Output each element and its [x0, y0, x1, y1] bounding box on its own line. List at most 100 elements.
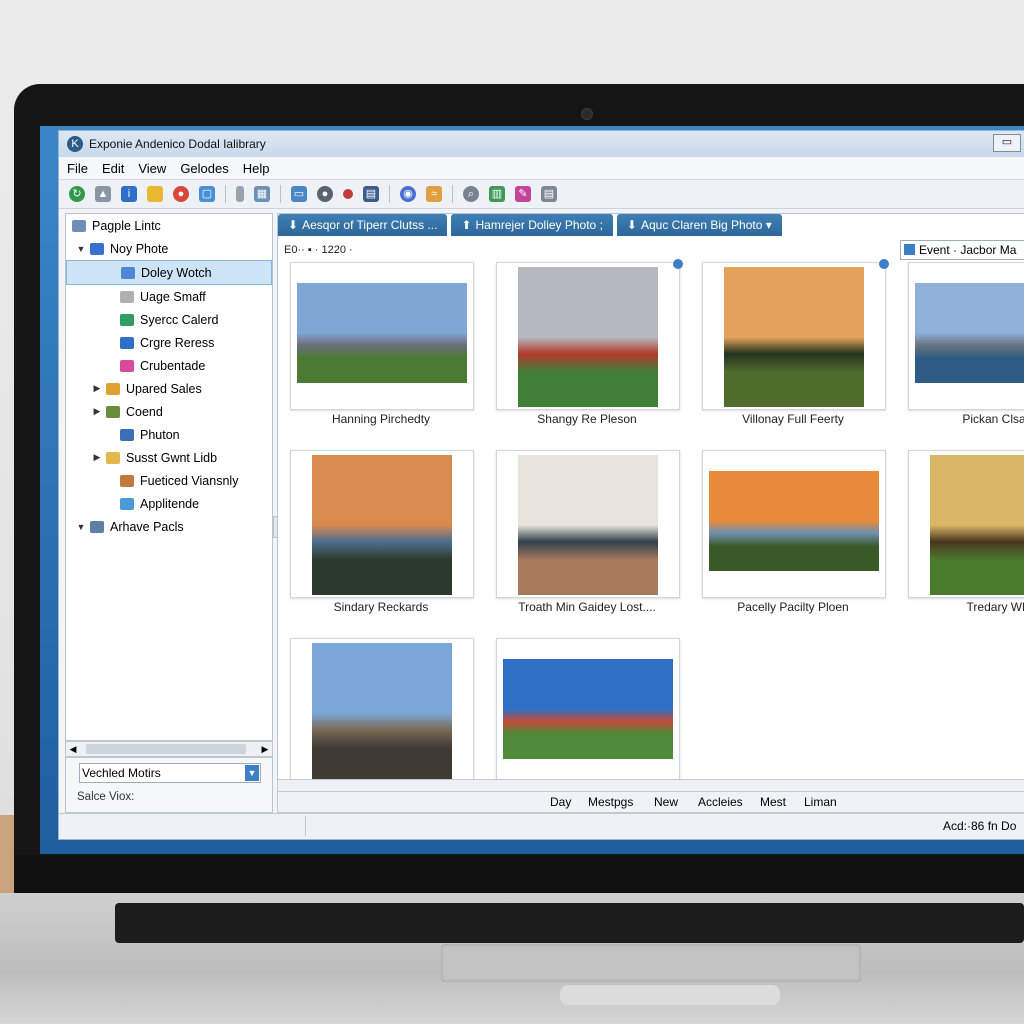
photo-image [518, 455, 658, 595]
monitor-icon[interactable]: ▢ [199, 186, 215, 202]
scroll-thumb[interactable] [86, 744, 246, 754]
photo-thumbnail[interactable] [290, 262, 474, 410]
tree-item-label: Upared Sales [126, 381, 202, 396]
photo-thumbnail[interactable] [290, 450, 474, 598]
tab-1[interactable]: ⬇ Aesqor of Tiperr Clutss ... [278, 214, 448, 236]
tree-item[interactable]: Crubentade [66, 354, 272, 377]
tree-item[interactable]: ▶ Upared Sales [66, 377, 272, 400]
filter-select[interactable]: Vechled Motirs ▼ [79, 763, 261, 783]
laptop-chin [14, 855, 1024, 895]
scroll-right-icon[interactable]: ▶ [258, 742, 272, 756]
disc-icon[interactable]: ● [317, 186, 333, 202]
folder-icon [106, 382, 120, 395]
folder-icon [90, 242, 104, 255]
menu-file[interactable]: File [67, 161, 88, 176]
tree-item[interactable]: ▶ Susst Gwnt Lidb [66, 446, 272, 469]
photo-image [915, 283, 1024, 383]
toolbar: ↻ ▲ i ● ▢ ▦ ▭ ● ▤ ◉ ≈ ⌕ ▥ ✎ ▤ [59, 180, 1024, 209]
menu-view[interactable]: View [138, 161, 166, 176]
tree-item[interactable]: ▼ Noy Phote [66, 237, 272, 260]
info-icon[interactable]: i [121, 186, 137, 202]
folder-icon[interactable] [147, 186, 163, 202]
event-icon [904, 244, 915, 255]
menu-gelodes[interactable]: Gelodes [180, 161, 228, 176]
expand-right-icon[interactable]: ▶ [92, 452, 102, 463]
photo-caption: Tredary Whi [966, 600, 1024, 614]
tree-item-label: Fueticed Viansnly [140, 473, 239, 488]
title-bar: K Exponie Andenico Dodal Ialibrary ▭ [59, 131, 1024, 157]
photo-thumbnail[interactable] [908, 262, 1024, 410]
photo-caption: Hanning Pirchedty [331, 412, 431, 426]
photo-caption: Troath Min Gaidey Lost.... [518, 600, 656, 614]
tab-icon: ⬇ [288, 218, 299, 232]
folder-icon [121, 266, 135, 279]
chevron-down-icon[interactable]: ▼ [245, 765, 259, 781]
tree-item-label: Syercc Calerd [140, 312, 219, 327]
tree-item-label: Crubentade [140, 358, 206, 373]
edit-icon[interactable]: ≈ [426, 186, 442, 202]
print-icon[interactable]: ▤ [541, 186, 557, 202]
scroll-left-icon[interactable]: ◀ [66, 742, 80, 756]
grid-icon[interactable]: ▦ [254, 186, 270, 202]
expand-down-icon[interactable]: ▼ [76, 244, 86, 254]
menu-help[interactable]: Help [243, 161, 270, 176]
tree-item[interactable]: Uage Smaff [66, 285, 272, 308]
photo-caption: Pickan Clsa d [962, 412, 1024, 426]
window-restore-button[interactable]: ▭ [993, 134, 1021, 152]
tree-root[interactable]: Pagple Lintc [66, 214, 272, 237]
calendar-icon[interactable]: ▤ [363, 186, 379, 202]
menu-bar: File Edit View Gelodes Help [59, 157, 1024, 180]
sync-badge-icon [673, 259, 683, 269]
search-icon[interactable]: ⌕ [463, 186, 479, 202]
toolbar-separator [225, 185, 226, 203]
tree-item[interactable]: Fueticed Viansnly [66, 469, 272, 492]
status-text: Acd:·86 fn Do [943, 819, 1017, 833]
tree-item[interactable]: ▼ Arhave Pacls [66, 515, 272, 538]
upload-icon[interactable]: ▲ [95, 186, 111, 202]
tree-item[interactable]: Applitende [66, 492, 272, 515]
globe-icon[interactable]: ◉ [400, 186, 416, 202]
photo-thumbnail[interactable] [702, 450, 886, 598]
event-filter-value: Event · Jacbor Ma [919, 243, 1017, 257]
tree-item[interactable]: Syercc Calerd [66, 308, 272, 331]
tab-3[interactable]: ⬇ Aquc Claren Big Photo ▾ [616, 214, 782, 236]
tree-item[interactable]: Phuton [66, 423, 272, 446]
menu-edit[interactable]: Edit [102, 161, 124, 176]
window-icon[interactable]: ▭ [291, 186, 307, 202]
event-filter-field[interactable]: Event · Jacbor Ma [900, 240, 1024, 260]
photo-thumbnail[interactable] [908, 450, 1024, 598]
app-window: K Exponie Andenico Dodal Ialibrary ▭ Fil… [58, 130, 1024, 840]
tree-item[interactable]: Doley Wotch [66, 260, 272, 285]
laptop-front-lip [560, 985, 780, 1005]
photo-thumbnail[interactable] [290, 638, 474, 782]
expand-down-icon[interactable]: ▼ [76, 522, 86, 532]
tab-2[interactable]: ⬆ Hamrejer Doliey Photo ; [451, 214, 613, 236]
toolbar-separator [452, 185, 453, 203]
photo-thumbnail[interactable] [496, 450, 680, 598]
expand-right-icon[interactable]: ▶ [92, 406, 102, 417]
refresh-icon[interactable]: ↻ [69, 186, 85, 202]
browser-icon[interactable]: ● [173, 186, 189, 202]
expand-right-icon[interactable]: ▶ [92, 383, 102, 394]
chart-icon[interactable]: ▥ [489, 186, 505, 202]
folder-icon [90, 520, 104, 533]
view-mestpgs[interactable]: Mestpgs [588, 792, 633, 812]
photo-edit-icon[interactable]: ✎ [515, 186, 531, 202]
view-day[interactable]: Day [550, 792, 571, 812]
photo-caption: Pacelly Pacilty Ploen [737, 600, 849, 614]
view-liman[interactable]: Liman [804, 792, 837, 812]
photo-thumbnail[interactable] [496, 259, 683, 410]
record-icon[interactable] [343, 189, 353, 199]
sidebar-hscrollbar[interactable]: ◀ ▶ [65, 741, 273, 757]
tree-item[interactable]: Crgre Reress [66, 331, 272, 354]
photo-thumbnail[interactable] [496, 638, 680, 782]
webcam [581, 108, 593, 120]
photo-thumbnail[interactable] [702, 259, 889, 410]
pen-icon[interactable] [236, 186, 244, 202]
view-mode-bar: Day Mestpgs New Accleies Mest Liman [277, 791, 1024, 813]
view-mest[interactable]: Mest [760, 792, 786, 812]
folder-icon [120, 428, 134, 441]
view-accleies[interactable]: Accleies [698, 792, 743, 812]
tree-item[interactable]: ▶ Coend [66, 400, 272, 423]
view-new[interactable]: New [654, 792, 678, 812]
